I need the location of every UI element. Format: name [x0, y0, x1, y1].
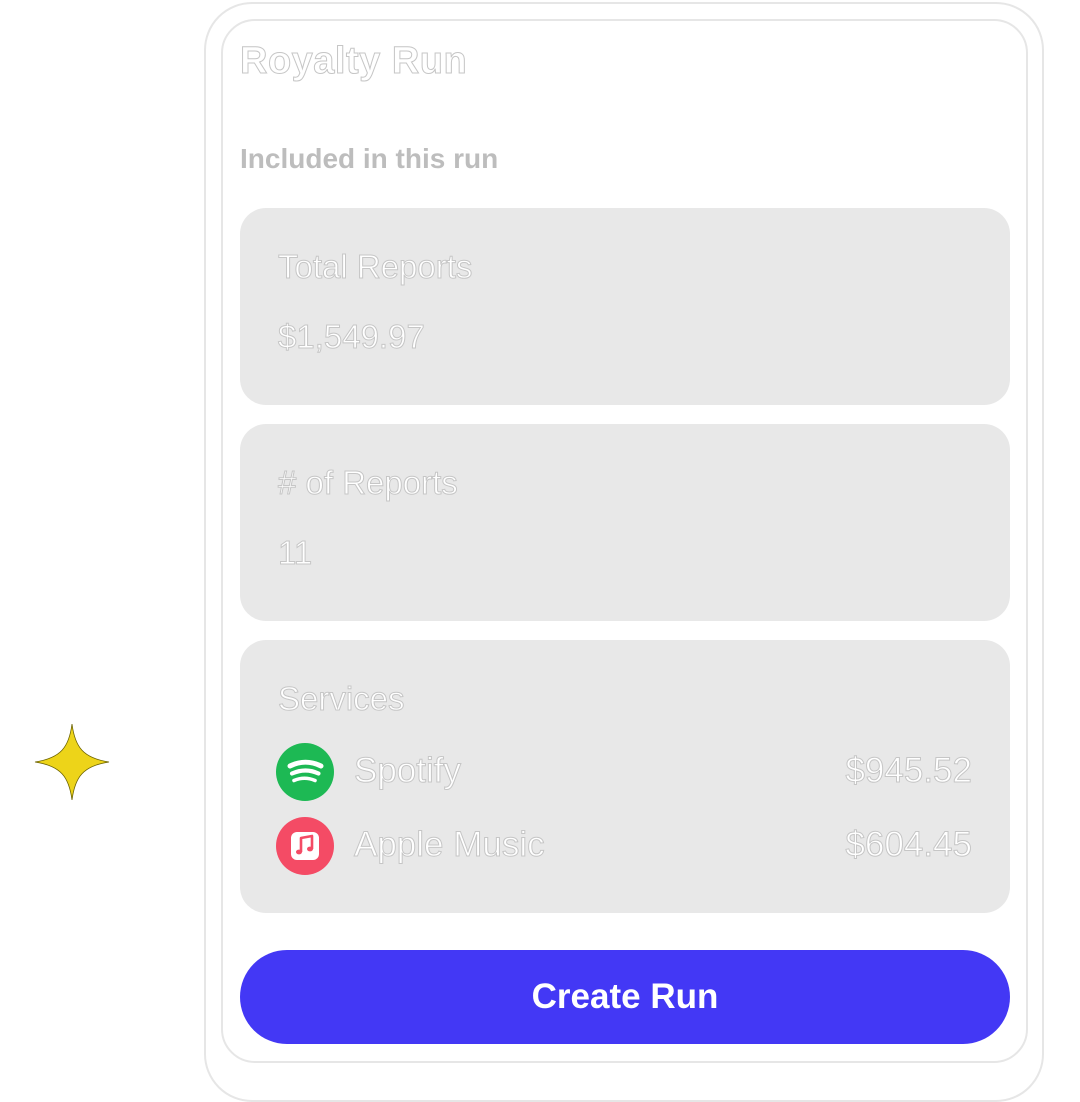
section-label: Included in this run: [240, 143, 499, 174]
page-title: Royalty Run: [239, 40, 468, 83]
sparkle-icon: [32, 722, 112, 802]
apple-music-icon: [276, 817, 334, 875]
report-count-card: # of Reports 11: [240, 424, 1010, 621]
create-run-button[interactable]: Create Run: [240, 950, 1010, 1044]
service-amount: $604.45: [845, 825, 973, 865]
service-name: Apple Music: [354, 825, 546, 865]
service-name: Spotify: [354, 751, 462, 791]
service-row-apple-music: Apple Music $604.45: [276, 817, 972, 875]
service-row-spotify: Spotify $945.52: [276, 743, 972, 801]
report-count-value: 11: [277, 534, 313, 572]
services-label: Services: [278, 680, 406, 718]
total-reports-label: Total Reports: [277, 248, 473, 286]
service-amount: $945.52: [845, 751, 973, 791]
report-count-label: # of Reports: [278, 464, 459, 502]
services-card: Services Spotify $945.52 Apple Music $60…: [240, 640, 1010, 913]
total-reports-card: Total Reports $1,549.97: [240, 208, 1010, 405]
spotify-icon: [276, 743, 334, 801]
total-reports-value: $1,549.97: [278, 318, 426, 356]
